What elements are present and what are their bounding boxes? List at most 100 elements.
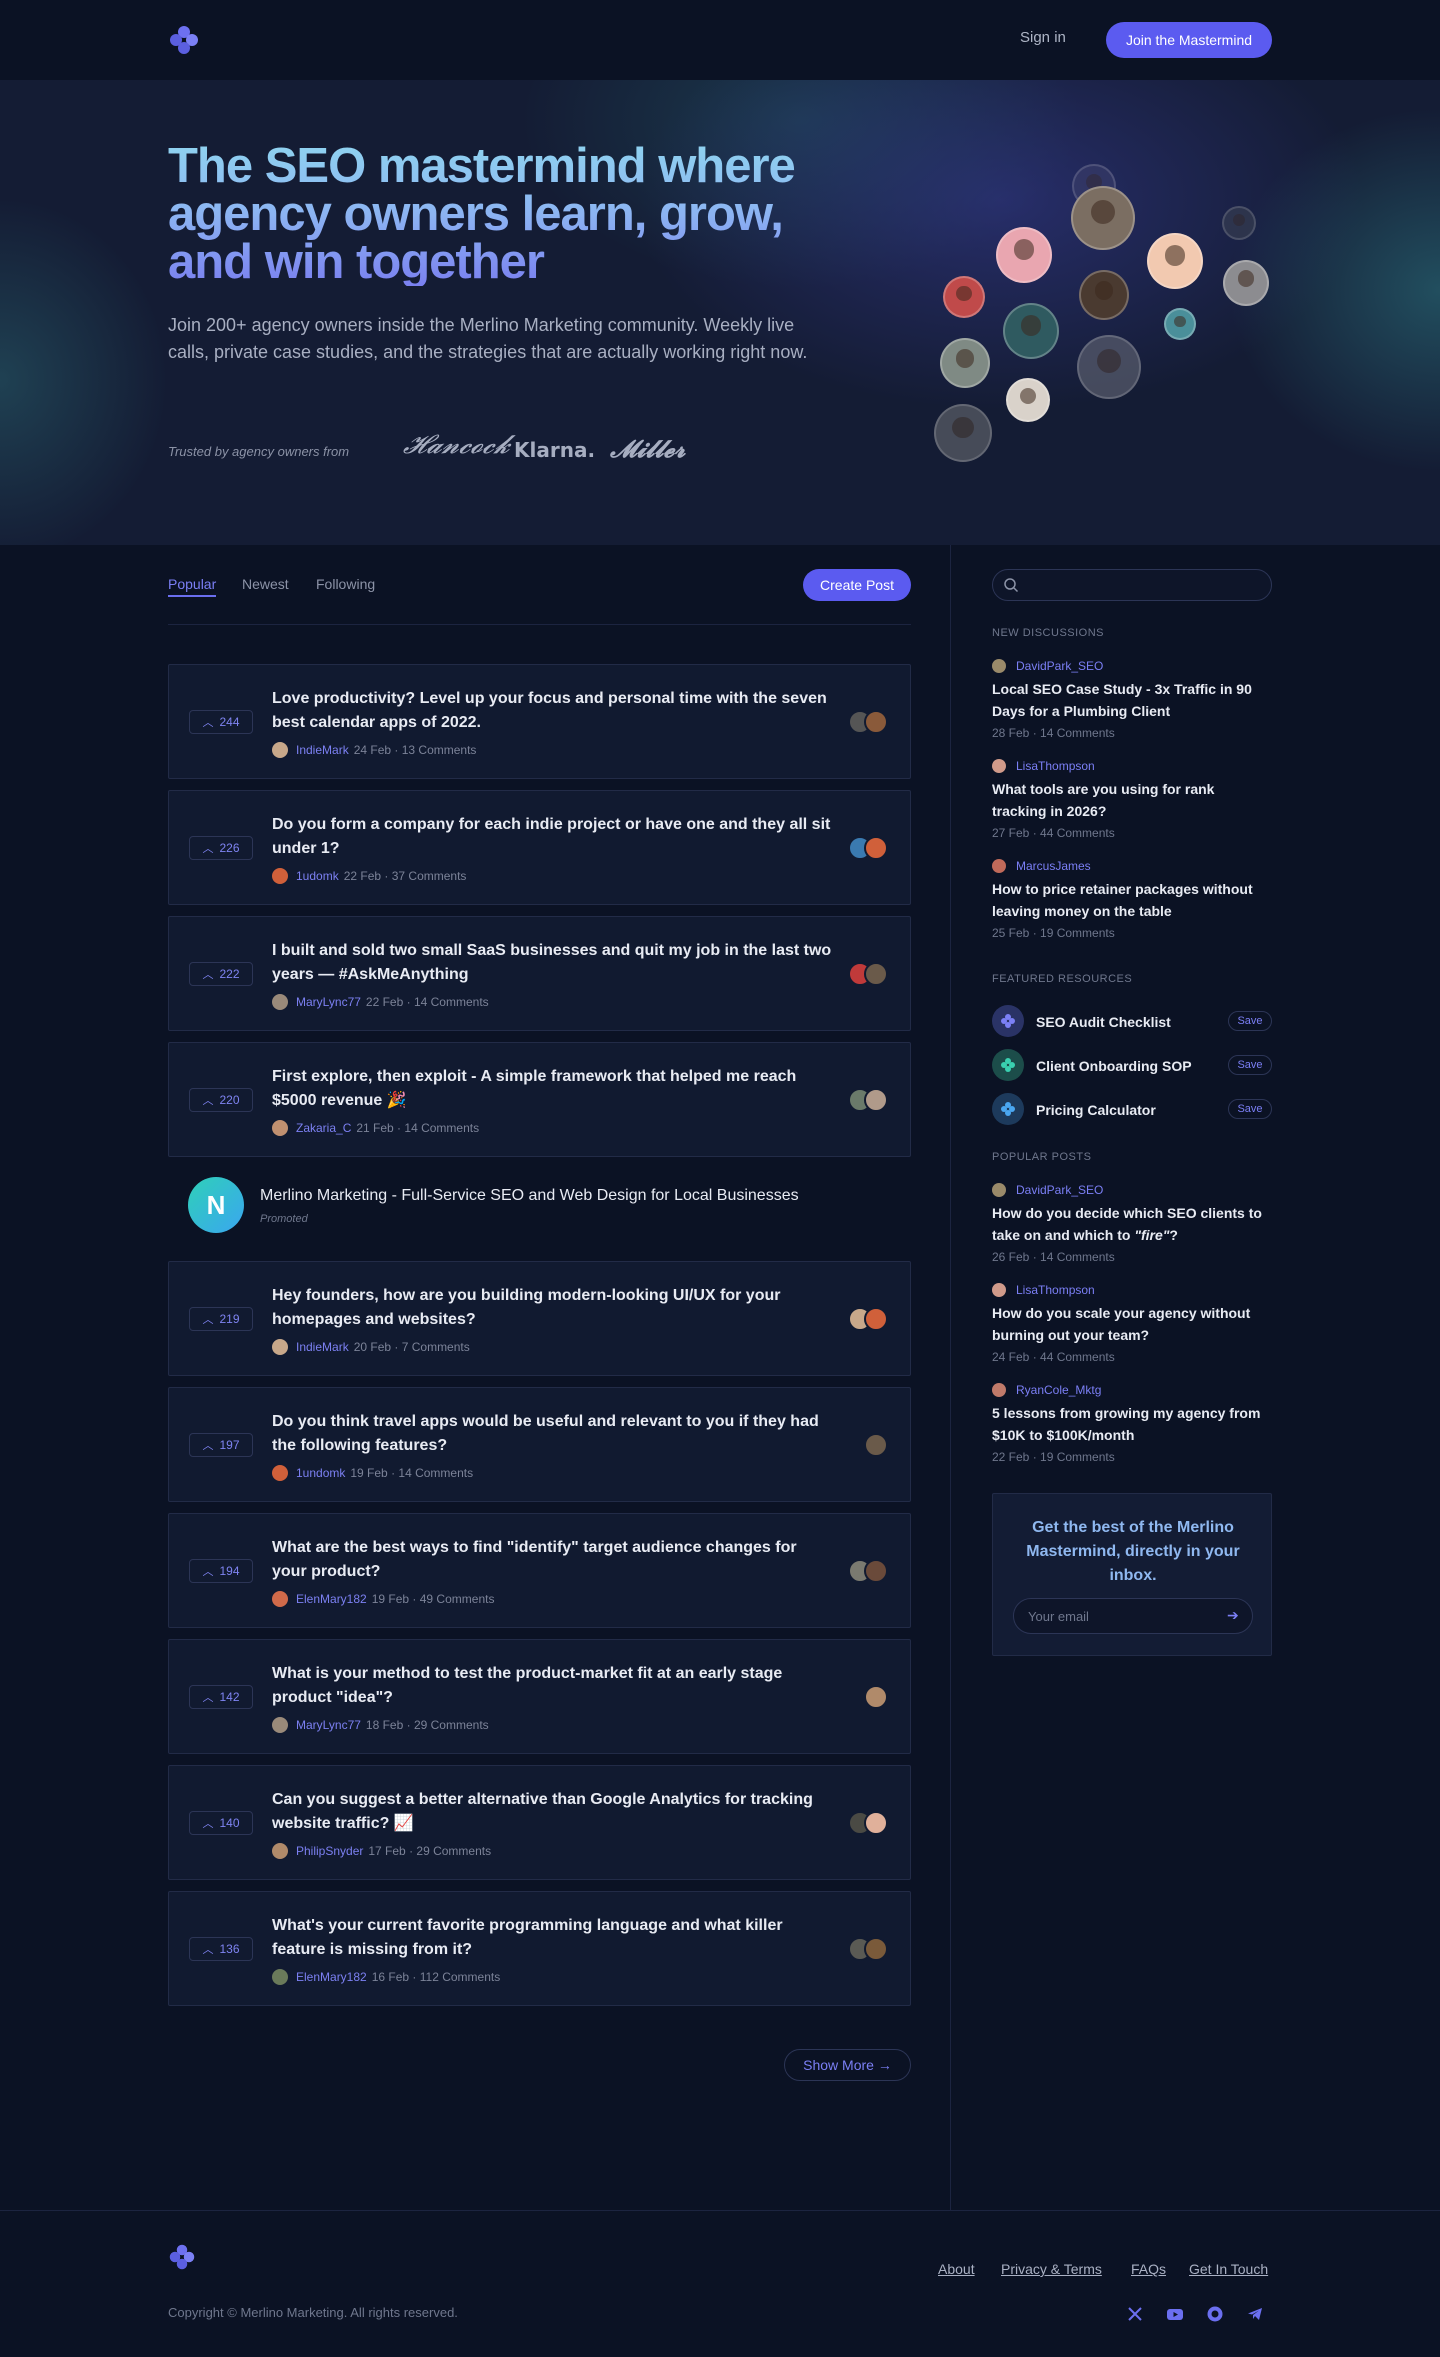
post-comments[interactable]: 49 Comments xyxy=(420,1592,495,1606)
discussion-item[interactable]: MarcusJames How to price retainer packag… xyxy=(992,859,1272,940)
post-author[interactable]: PhilipSnyder xyxy=(296,1844,363,1858)
discussion-title[interactable]: Local SEO Case Study - 3x Traffic in 90 … xyxy=(992,678,1272,722)
post-card[interactable]: ︿ 220 First explore, then exploit - A sim… xyxy=(168,1042,911,1157)
post-comments[interactable]: 13 Comments xyxy=(402,743,477,757)
save-button[interactable]: Save xyxy=(1228,1055,1272,1075)
resource-item[interactable]: Client Onboarding SOP Save xyxy=(992,1049,1272,1081)
post-author[interactable]: MaryLync77 xyxy=(296,1718,361,1732)
post-card[interactable]: ︿ 226 Do you form a company for each indi… xyxy=(168,790,911,905)
post-title[interactable]: First explore, then exploit - A simple f… xyxy=(272,1065,832,1113)
upvote-button[interactable]: ︿ 140 xyxy=(189,1811,253,1835)
footer-link-faqs[interactable]: FAQs xyxy=(1131,2261,1166,2277)
post-author[interactable]: IndieMark xyxy=(296,743,349,757)
post-title[interactable]: Do you form a company for each indie pro… xyxy=(272,813,832,861)
post-author[interactable]: ElenMary182 xyxy=(296,1970,367,1984)
post-author[interactable]: Zakaria_C xyxy=(296,1121,351,1135)
post-title[interactable]: What are the best ways to find "identify… xyxy=(272,1536,832,1584)
post-author[interactable]: IndieMark xyxy=(296,1340,349,1354)
post-comments[interactable]: 112 Comments xyxy=(420,1970,500,1984)
discussion-author[interactable]: MarcusJames xyxy=(992,859,1272,873)
post-author[interactable]: 1udomk xyxy=(296,869,339,883)
promoted-card[interactable]: N Merlino Marketing - Full-Service SEO a… xyxy=(168,1171,911,1239)
show-more-button[interactable]: Show More → xyxy=(784,2049,911,2081)
join-mastermind-button[interactable]: Join the Mastermind xyxy=(1106,22,1272,58)
post-card[interactable]: ︿ 140 Can you suggest a better alternativ… xyxy=(168,1765,911,1880)
logo-icon[interactable] xyxy=(168,24,200,56)
save-button[interactable]: Save xyxy=(1228,1011,1272,1031)
tab-following[interactable]: Following xyxy=(316,576,375,592)
post-title[interactable]: I built and sold two small SaaS business… xyxy=(272,939,832,987)
discussion-item[interactable]: DavidPark_SEO Local SEO Case Study - 3x … xyxy=(992,659,1272,740)
upvote-button[interactable]: ︿ 136 xyxy=(189,1937,253,1961)
discussion-author[interactable]: LisaThompson xyxy=(992,759,1272,773)
post-comments[interactable]: 14 Comments xyxy=(398,1466,473,1480)
promo-title[interactable]: Merlino Marketing - Full-Service SEO and… xyxy=(260,1187,799,1205)
sign-in-link[interactable]: Sign in xyxy=(1020,29,1066,46)
logo-icon[interactable] xyxy=(168,2243,196,2271)
post-title[interactable]: Hey founders, how are you building moder… xyxy=(272,1284,832,1332)
popular-item[interactable]: RyanCole_Mktg 5 lessons from growing my … xyxy=(992,1383,1272,1464)
popular-title[interactable]: 5 lessons from growing my agency from $1… xyxy=(992,1402,1272,1446)
post-author[interactable]: MaryLync77 xyxy=(296,995,361,1009)
resource-label[interactable]: Pricing Calculator xyxy=(1036,1102,1156,1118)
post-card[interactable]: ︿ 197 Do you think travel apps would be u… xyxy=(168,1387,911,1502)
resource-label[interactable]: Client Onboarding SOP xyxy=(1036,1058,1192,1074)
create-post-button[interactable]: Create Post xyxy=(803,569,911,601)
discussion-title[interactable]: What tools are you using for rank tracki… xyxy=(992,778,1272,822)
post-author[interactable]: ElenMary182 xyxy=(296,1592,367,1606)
post-comments[interactable]: 29 Comments xyxy=(416,1844,491,1858)
popular-item[interactable]: DavidPark_SEO How do you decide which SE… xyxy=(992,1183,1272,1264)
popular-title[interactable]: How do you decide which SEO clients to t… xyxy=(992,1202,1272,1246)
resource-item[interactable]: SEO Audit Checklist Save xyxy=(992,1005,1272,1037)
upvote-button[interactable]: ︿ 194 xyxy=(189,1559,253,1583)
post-card[interactable]: ︿ 142 What is your method to test the pro… xyxy=(168,1639,911,1754)
upvote-button[interactable]: ︿ 197 xyxy=(189,1433,253,1457)
x-icon[interactable] xyxy=(1126,2305,1144,2323)
popular-author[interactable]: RyanCole_Mktg xyxy=(992,1383,1272,1397)
post-card[interactable]: ︿ 222 I built and sold two small SaaS bus… xyxy=(168,916,911,1031)
author-name[interactable]: LisaThompson xyxy=(1016,759,1095,773)
popular-title[interactable]: How do you scale your agency without bur… xyxy=(992,1302,1272,1346)
post-title[interactable]: Do you think travel apps would be useful… xyxy=(272,1410,832,1458)
github-icon[interactable] xyxy=(1206,2305,1224,2323)
author-name[interactable]: DavidPark_SEO xyxy=(1016,659,1103,673)
upvote-button[interactable]: ︿ 142 xyxy=(189,1685,253,1709)
author-name[interactable]: DavidPark_SEO xyxy=(1016,1183,1103,1197)
popular-author[interactable]: LisaThompson xyxy=(992,1283,1272,1297)
post-card[interactable]: ︿ 219 Hey founders, how are you building … xyxy=(168,1261,911,1376)
post-title[interactable]: What's your current favorite programming… xyxy=(272,1914,832,1962)
arrow-right-icon[interactable]: ➔ xyxy=(1227,1607,1239,1624)
post-comments[interactable]: 14 Comments xyxy=(414,995,489,1009)
tab-newest[interactable]: Newest xyxy=(242,576,289,592)
author-name[interactable]: RyanCole_Mktg xyxy=(1016,1383,1101,1397)
discussion-author[interactable]: DavidPark_SEO xyxy=(992,659,1272,673)
author-name[interactable]: LisaThompson xyxy=(1016,1283,1095,1297)
post-title[interactable]: Can you suggest a better alternative tha… xyxy=(272,1788,832,1836)
post-title[interactable]: What is your method to test the product-… xyxy=(272,1662,832,1710)
upvote-button[interactable]: ︿ 244 xyxy=(189,710,253,734)
footer-link-contact[interactable]: Get In Touch xyxy=(1189,2261,1268,2277)
post-title[interactable]: Love productivity? Level up your focus a… xyxy=(272,687,832,735)
popular-author[interactable]: DavidPark_SEO xyxy=(992,1183,1272,1197)
footer-link-about[interactable]: About xyxy=(938,2261,975,2277)
popular-item[interactable]: LisaThompson How do you scale your agenc… xyxy=(992,1283,1272,1364)
post-card[interactable]: ︿ 136 What's your current favorite progra… xyxy=(168,1891,911,2006)
post-comments[interactable]: 7 Comments xyxy=(402,1340,470,1354)
discussion-title[interactable]: How to price retainer packages without l… xyxy=(992,878,1272,922)
search-input[interactable] xyxy=(992,569,1272,601)
post-comments[interactable]: 29 Comments xyxy=(414,1718,489,1732)
post-comments[interactable]: 37 Comments xyxy=(392,869,467,883)
telegram-icon[interactable] xyxy=(1246,2305,1264,2323)
post-author[interactable]: 1undomk xyxy=(296,1466,345,1480)
discussion-item[interactable]: LisaThompson What tools are you using fo… xyxy=(992,759,1272,840)
resource-label[interactable]: SEO Audit Checklist xyxy=(1036,1014,1171,1030)
upvote-button[interactable]: ︿ 219 xyxy=(189,1307,253,1331)
author-name[interactable]: MarcusJames xyxy=(1016,859,1091,873)
resource-item[interactable]: Pricing Calculator Save xyxy=(992,1093,1272,1125)
tab-popular[interactable]: Popular xyxy=(168,576,217,597)
youtube-icon[interactable] xyxy=(1166,2305,1184,2323)
upvote-button[interactable]: ︿ 222 xyxy=(189,962,253,986)
save-button[interactable]: Save xyxy=(1228,1099,1272,1119)
post-card[interactable]: ︿ 244 Love productivity? Level up your fo… xyxy=(168,664,911,779)
email-field[interactable] xyxy=(1013,1598,1253,1634)
